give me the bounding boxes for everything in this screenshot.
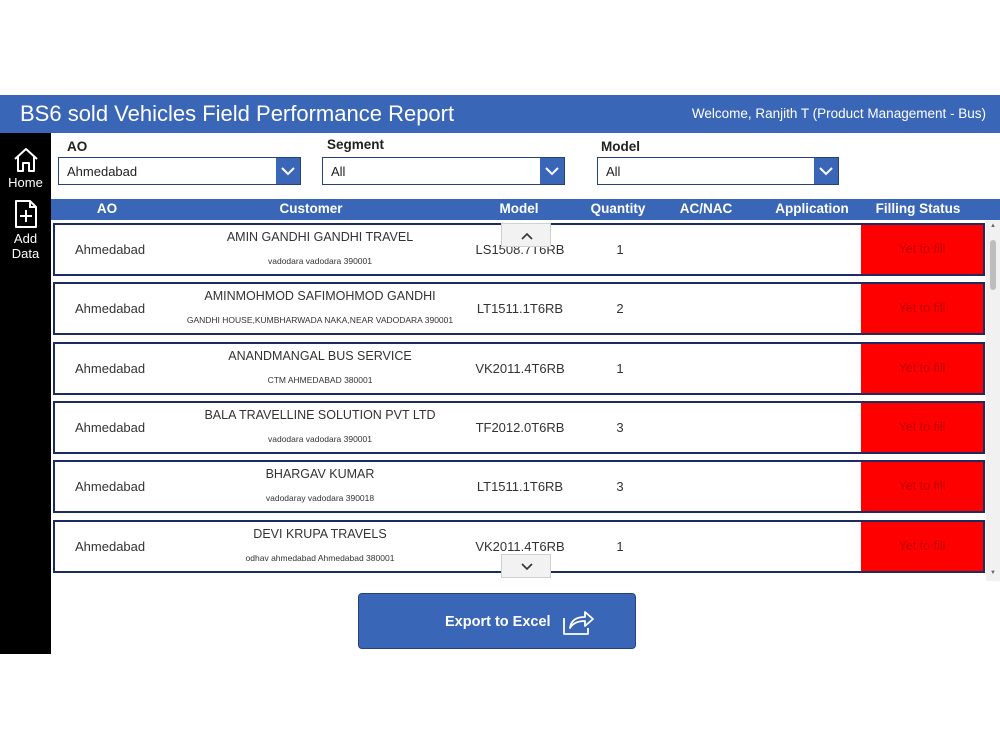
column-header-customer: Customer [279,201,343,216]
home-icon [13,148,38,172]
welcome-text: Welcome, Ranjith T (Product Management -… [691,106,986,121]
table-row[interactable]: Ahmedabad AMINMOHMOD SAFIMOHMOD GANDHI G… [53,282,985,335]
row-filling-status[interactable]: Yet to fill [861,344,983,393]
row-model: LT1511.1T6RB [476,301,564,316]
row-quantity: 2 [616,301,624,316]
app-header: BS6 sold Vehicles Field Performance Repo… [0,95,1000,133]
table-header: AO Customer Model Quantity AC/NAC Applic… [51,199,1000,220]
sidebar-item-add-data[interactable]: Add Data [0,199,51,261]
row-model: LT1511.1T6RB [476,479,564,494]
model-dropdown-value: All [606,164,621,179]
sidebar-item-label: Data [11,246,40,261]
row-filling-status[interactable]: Yet to fill [861,225,983,274]
chevron-down-icon[interactable] [814,158,838,184]
row-filling-status[interactable]: Yet to fill [861,522,983,571]
export-button-label: Export to Excel [445,614,551,630]
row-quantity: 3 [616,479,624,494]
segment-dropdown-value: All [331,164,346,179]
column-header-filling-status: Filling Status [875,201,961,216]
sidebar-item-label: Home [8,175,43,190]
column-header-model: Model [499,201,539,216]
column-header-ac-nac: AC/NAC [679,201,733,216]
row-customer-address: vadodara vadodara 390001 [268,434,372,444]
page-title: BS6 sold Vehicles Field Performance Repo… [20,101,455,126]
row-quantity: 3 [616,420,624,435]
chevron-down-icon[interactable] [276,158,300,184]
row-quantity: 1 [616,242,624,257]
row-filling-status[interactable]: Yet to fill [861,284,983,333]
export-to-excel-button[interactable]: Export to Excel [358,593,636,649]
scroll-down-arrow-icon[interactable]: ▼ [990,570,996,576]
scroll-up-arrow-icon[interactable]: ▲ [990,223,996,229]
column-header-quantity: Quantity [590,201,646,216]
row-filling-status[interactable]: Yet to fill [861,403,983,452]
row-model: TF2012.0T6RB [475,420,565,435]
scrollbar-thumb[interactable] [990,240,996,290]
column-header-application: Application [775,201,849,216]
row-ao: Ahmedabad [75,479,146,494]
row-model: VK2011.4T6RB [475,539,565,554]
sidebar-item-label: Add [13,231,38,246]
scroll-down-button[interactable] [501,554,551,578]
add-document-icon [14,200,37,228]
ao-filter-label: AO [67,139,88,154]
table-row[interactable]: Ahmedabad BHARGAV KUMAR vadodaray vadoda… [53,460,985,513]
row-model: VK2011.4T6RB [475,361,565,376]
sidebar: Home Add Data [0,133,51,654]
segment-filter-label: Segment [327,137,385,152]
model-filter-label: Model [601,139,640,154]
row-customer-address: CTM AHMEDABAD 380001 [267,375,373,385]
row-quantity: 1 [616,361,624,376]
ao-dropdown[interactable]: Ahmedabad [58,157,301,185]
row-filling-status[interactable]: Yet to fill [861,462,983,511]
table-row[interactable]: Ahmedabad ANANDMANGAL BUS SERVICE CTM AH… [53,342,985,395]
segment-dropdown[interactable]: All [322,157,565,185]
table-scrollbar[interactable]: ▲ ▼ [986,220,1000,581]
row-ao: Ahmedabad [75,301,146,316]
chevron-down-icon[interactable] [540,158,564,184]
ao-dropdown-value: Ahmedabad [67,164,138,179]
row-ao: Ahmedabad [75,539,146,554]
row-ao: Ahmedabad [75,361,146,376]
table-row[interactable]: Ahmedabad BALA TRAVELLINE SOLUTION PVT L… [53,401,985,454]
chevron-up-icon [521,232,533,240]
row-customer-address: GANDHI HOUSE,KUMBHARWADA NAKA,NEAR VADOD… [186,315,454,325]
row-ao: Ahmedabad [75,420,146,435]
table-body[interactable]: Ahmedabad AMIN GANDHI GANDHI TRAVEL vado… [51,220,1000,581]
row-quantity: 1 [616,539,624,554]
sidebar-item-home[interactable]: Home [0,147,51,190]
row-ao: Ahmedabad [75,242,146,257]
model-dropdown[interactable]: All [597,157,839,185]
row-customer-address: vadodaray vadodara 390018 [265,493,375,503]
share-export-icon [563,611,594,635]
row-customer-address: vadodara vadodara 390001 [268,256,372,266]
scroll-up-button[interactable] [501,223,551,247]
chevron-down-icon [521,563,533,571]
column-header-ao: AO [96,201,118,216]
